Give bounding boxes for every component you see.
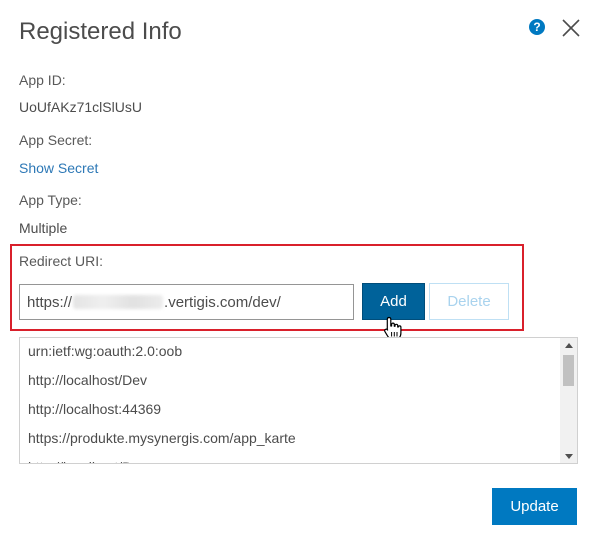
app-type-value: Multiple (19, 220, 68, 236)
uri-input-prefix: https:// (27, 293, 73, 311)
app-type-label: App Type: (19, 192, 82, 208)
list-item[interactable]: http://localhost/Dev (20, 453, 560, 463)
uri-input-suffix: .vertigis.com/dev/ (164, 293, 281, 311)
redirect-uri-input[interactable]: https:// .vertigis.com/dev/ (19, 284, 354, 320)
delete-button[interactable]: Delete (429, 283, 509, 320)
dialog-title: Registered Info (19, 18, 182, 45)
redacted-text (73, 295, 164, 309)
registered-info-dialog: Registered Info ? App ID: UoUfAKz71clSlU… (0, 0, 590, 541)
scroll-down-arrow-icon[interactable] (560, 449, 577, 463)
update-button[interactable]: Update (492, 488, 577, 525)
list-item[interactable]: urn:ietf:wg:oauth:2.0:oob (20, 338, 560, 366)
scroll-thumb[interactable] (563, 355, 574, 386)
uri-list-items: urn:ietf:wg:oauth:2.0:oob http://localho… (20, 338, 560, 463)
question-circle-icon[interactable]: ? (529, 19, 545, 35)
show-secret-link[interactable]: Show Secret (19, 160, 98, 176)
add-button[interactable]: Add (362, 283, 425, 320)
app-id-label: App ID: (19, 72, 66, 88)
redirect-uri-list[interactable]: urn:ietf:wg:oauth:2.0:oob http://localho… (19, 337, 578, 464)
list-item[interactable]: http://localhost/Dev (20, 366, 560, 395)
app-id-value: UoUfAKz71clSlUsU (19, 99, 142, 115)
app-secret-label: App Secret: (19, 132, 93, 148)
redirect-uri-label: Redirect URI: (19, 253, 104, 269)
list-item[interactable]: https://produkte.mysynergis.com/app_kart… (20, 424, 560, 453)
close-icon[interactable] (561, 18, 581, 38)
list-scrollbar[interactable] (560, 338, 577, 463)
scroll-up-arrow-icon[interactable] (560, 338, 577, 352)
list-item[interactable]: http://localhost:44369 (20, 395, 560, 424)
